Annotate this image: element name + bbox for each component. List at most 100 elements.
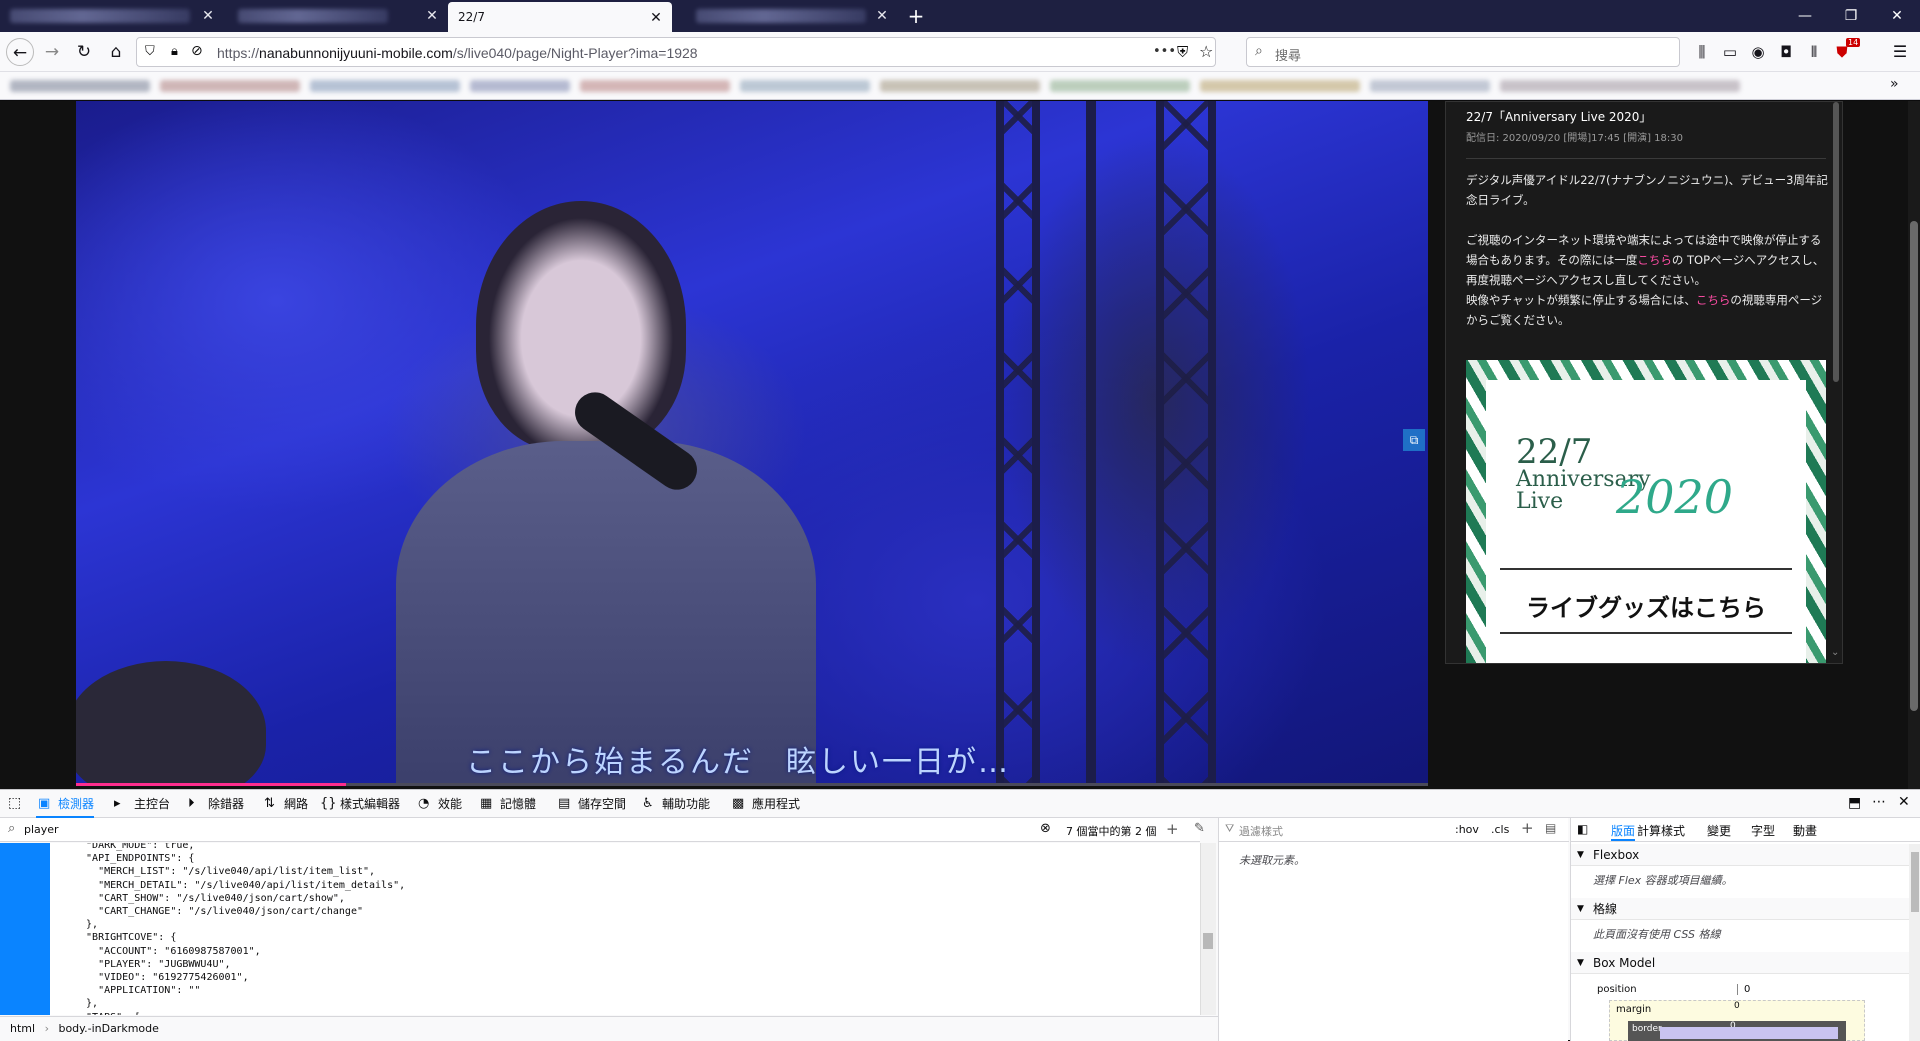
margin-value[interactable]: 0 bbox=[1734, 1001, 1740, 1011]
devtools-tab-inspector[interactable]: ▣ 檢測器 bbox=[36, 790, 95, 818]
video-progress-bar[interactable] bbox=[76, 783, 1428, 786]
devtools-tab-network[interactable]: ⇅ 網路 bbox=[262, 790, 308, 818]
restore-icon[interactable]: ❐ bbox=[1830, 0, 1872, 32]
page-scrollbar[interactable] bbox=[1908, 101, 1920, 789]
add-rule-icon[interactable]: + bbox=[1521, 819, 1534, 837]
devtools-tab-debugger[interactable]: ⏵ 除錯器 bbox=[186, 790, 244, 818]
layout-scroll-thumb[interactable] bbox=[1911, 852, 1919, 912]
markup-scroll-thumb[interactable] bbox=[1203, 933, 1213, 949]
filter-styles-input[interactable]: 過濾樣式 bbox=[1239, 823, 1283, 839]
blurred-bookmark[interactable] bbox=[1200, 80, 1360, 92]
blurred-bookmark[interactable] bbox=[1500, 80, 1740, 92]
blurred-bookmark[interactable] bbox=[1050, 80, 1190, 92]
eyedropper-icon[interactable]: ✎ bbox=[1194, 821, 1205, 836]
devtools-tab-memory[interactable]: ▦ 記憶體 bbox=[478, 790, 536, 818]
devtools-tab-storage[interactable]: ▤ 儲存空間 bbox=[556, 790, 626, 818]
hov-toggle[interactable]: :hov bbox=[1455, 823, 1479, 836]
toggle-sidebar-icon[interactable]: ◧ bbox=[1577, 822, 1588, 836]
blurred-bookmark[interactable] bbox=[310, 80, 460, 92]
panel-scroll-thumb[interactable] bbox=[1833, 102, 1839, 382]
reload-icon[interactable]: ↻ bbox=[70, 38, 98, 66]
blurred-bookmark[interactable] bbox=[580, 80, 730, 92]
layout-tab-0[interactable]: 版面 bbox=[1611, 822, 1636, 841]
clear-search-icon[interactable]: ⊗ bbox=[1040, 821, 1051, 836]
print-media-icon[interactable]: ▤ bbox=[1545, 821, 1556, 835]
blurred-bookmark[interactable] bbox=[10, 80, 150, 92]
library-icon[interactable]: ⫼ bbox=[1688, 38, 1716, 66]
pocket-icon[interactable]: ⛨ bbox=[1177, 43, 1188, 61]
devtools-tab-accessibility[interactable]: ♿︎ 輔助功能 bbox=[640, 790, 710, 818]
top-page-link[interactable]: こちら bbox=[1637, 253, 1672, 267]
url-text[interactable]: https://nanabunnonijyuuni-mobile.com/s/l… bbox=[217, 45, 698, 61]
markup-search-bar[interactable]: ⌕ player ⊗ 7 個當中的第 2 個 + ✎ bbox=[0, 818, 1205, 842]
page-scroll-thumb[interactable] bbox=[1910, 221, 1918, 711]
position-label: position bbox=[1597, 984, 1637, 995]
collapse-icon: ▼ bbox=[1577, 850, 1584, 860]
layout-tab-2[interactable]: 變更 bbox=[1707, 822, 1731, 839]
minimize-icon[interactable]: — bbox=[1784, 0, 1826, 32]
markup-search-input[interactable]: player bbox=[24, 823, 59, 836]
close-window-icon[interactable]: ✕ bbox=[1876, 0, 1918, 32]
permissions-icon[interactable]: ⊘ bbox=[191, 43, 203, 59]
bookmarks-overflow-icon[interactable]: » bbox=[1890, 76, 1899, 92]
tab-blurred-2[interactable]: ✕ bbox=[224, 0, 448, 32]
picture-in-picture-icon[interactable]: ⧉ bbox=[1403, 429, 1425, 451]
close-tab-icon[interactable]: ✕ bbox=[424, 8, 440, 24]
devtools-tab-application[interactable]: ▩ 應用程式 bbox=[730, 790, 800, 818]
blurred-bookmark[interactable] bbox=[880, 80, 1040, 92]
layout-scrollbar[interactable] bbox=[1909, 844, 1920, 1041]
goods-banner[interactable]: 22/7 Anniversary Live 2020 ライブグッズはこちら bbox=[1466, 360, 1826, 663]
boxmodel-section[interactable]: ▼ Box Model bbox=[1571, 952, 1920, 974]
tab-blurred-3[interactable]: ✕ bbox=[686, 0, 898, 32]
flexbox-section[interactable]: ▼ Flexbox bbox=[1571, 844, 1920, 866]
sidebar-icon[interactable]: ▭ bbox=[1716, 38, 1744, 66]
blurred-bookmark[interactable] bbox=[1370, 80, 1490, 92]
shield-icon[interactable]: ⛉ bbox=[145, 44, 155, 59]
close-devtools-icon[interactable]: ✕ bbox=[1898, 794, 1910, 810]
panel-scrollbar[interactable]: ⌄ bbox=[1830, 102, 1842, 663]
tab-active[interactable]: 22/7 ✕ bbox=[448, 2, 672, 32]
devtools-tab-console[interactable]: ▸ 主控台 bbox=[112, 790, 170, 818]
position-value[interactable]: 0 bbox=[1737, 984, 1750, 995]
viewing-page-link[interactable]: こちら bbox=[1696, 293, 1731, 307]
blurred-bookmark[interactable] bbox=[470, 80, 570, 92]
close-tab-icon[interactable]: ✕ bbox=[874, 8, 890, 24]
extension-icon[interactable]: ⦀ bbox=[1800, 38, 1828, 66]
dock-icon[interactable]: ⬒ bbox=[1848, 795, 1861, 811]
devtools-tab-label: 輔助功能 bbox=[662, 797, 711, 811]
new-tab-button[interactable]: + bbox=[904, 4, 928, 28]
forward-icon[interactable]: → bbox=[38, 38, 66, 66]
account-icon[interactable]: ◉ bbox=[1744, 38, 1772, 66]
back-icon[interactable]: ← bbox=[6, 38, 34, 66]
close-tab-icon[interactable]: ✕ bbox=[648, 10, 664, 26]
url-bar[interactable]: ⛉ 🔒︎ ⊘ https://nanabunnonijyuuni-mobile.… bbox=[136, 37, 1216, 67]
container-icon[interactable]: ◘ bbox=[1772, 38, 1800, 66]
devtools-tab-style-editor[interactable]: {} 樣式編輯器 bbox=[318, 790, 400, 818]
markup-scrollbar[interactable] bbox=[1200, 843, 1216, 1015]
devtools-tab-performance[interactable]: ◔ 效能 bbox=[416, 790, 462, 818]
layout-tab-3[interactable]: 字型 bbox=[1751, 822, 1775, 839]
home-icon[interactable]: ⌂ bbox=[102, 38, 130, 66]
page-actions-icon[interactable]: ••• bbox=[1153, 44, 1176, 59]
scroll-down-icon[interactable]: ⌄ bbox=[1831, 647, 1839, 658]
blurred-bookmark[interactable] bbox=[740, 80, 870, 92]
grid-section[interactable]: ▼ 格線 bbox=[1571, 898, 1920, 920]
layout-tab-1[interactable]: 計算樣式 bbox=[1637, 822, 1685, 839]
breadcrumb-html[interactable]: html bbox=[10, 1022, 35, 1035]
bookmark-star-icon[interactable]: ☆ bbox=[1199, 42, 1213, 61]
tab-blurred-1[interactable]: ✕ bbox=[0, 0, 224, 32]
cls-toggle[interactable]: .cls bbox=[1491, 823, 1509, 836]
close-tab-icon[interactable]: ✕ bbox=[200, 8, 216, 24]
devtools-menu-icon[interactable]: ⋯ bbox=[1872, 794, 1886, 810]
search-bar[interactable]: ⌕ 搜尋 bbox=[1246, 37, 1680, 67]
add-node-icon[interactable]: + bbox=[1166, 820, 1179, 838]
blurred-bookmark[interactable] bbox=[160, 80, 300, 92]
menu-icon[interactable]: ☰ bbox=[1886, 38, 1914, 66]
lock-icon[interactable]: 🔒︎ bbox=[171, 44, 178, 59]
markup-view[interactable]: "DARK_MODE": true, "API_ENDPOINTS": { "M… bbox=[0, 843, 1208, 1015]
video-player[interactable]: ここから始まるんだ 眩しい一日が… bbox=[76, 101, 1428, 785]
element-picker-icon[interactable]: ⬚ bbox=[8, 795, 21, 811]
devtools-toolbar: ⬚ ▣ 檢測器 ▸ 主控台 ⏵ 除錯器 ⇅ 網路 {} 樣式編輯器 ◔ 效能 ▦ 記憶體 ▤ 儲存空間 ♿︎ 輔助… bbox=[0, 790, 1920, 818]
layout-tab-4[interactable]: 動畫 bbox=[1793, 822, 1817, 839]
breadcrumb-body[interactable]: body.-inDarkmode bbox=[58, 1022, 158, 1035]
